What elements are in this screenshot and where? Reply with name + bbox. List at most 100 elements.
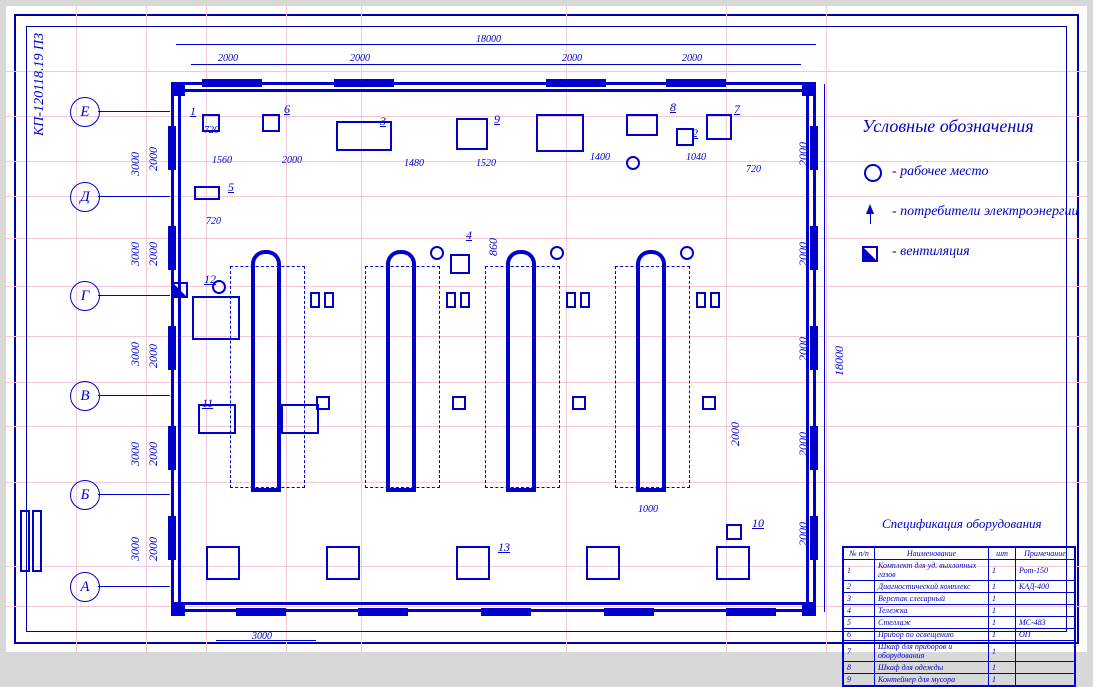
leader-4: 4 xyxy=(466,228,472,243)
leader-5: 5 xyxy=(228,180,234,195)
leader-11: 11 xyxy=(202,396,213,411)
doc-code: КП-120118.19 ПЗ xyxy=(32,33,48,136)
equip-9 xyxy=(456,118,488,150)
dim: 2000 xyxy=(796,522,811,546)
building-outer xyxy=(171,82,816,612)
dim: 2000 xyxy=(218,53,238,64)
dim: 3000 xyxy=(128,152,143,176)
top-opening xyxy=(334,79,394,87)
equip-6 xyxy=(262,114,280,132)
dim: 3000 xyxy=(128,242,143,266)
leader-9: 9 xyxy=(494,112,500,127)
arrow-icon xyxy=(866,204,874,214)
dim: 1520 xyxy=(476,158,496,169)
legend-item-label: - вентиляция xyxy=(892,244,970,260)
vent-icon xyxy=(862,246,878,262)
service-bay xyxy=(386,264,416,492)
axis-A: А xyxy=(70,572,100,602)
car-outline xyxy=(485,266,560,488)
equip-10 xyxy=(726,524,742,540)
table-row: 2Диагностический комплекс1КАД-400 xyxy=(844,581,1075,593)
leader-10: 10 xyxy=(752,516,764,531)
legend-item-label: - рабочее место xyxy=(892,164,989,180)
car-outline xyxy=(365,266,440,488)
leader-7: 7 xyxy=(734,102,740,117)
axis-E: Е xyxy=(70,97,100,127)
dim-overall-h: 18000 xyxy=(832,346,847,376)
dim: 2000 xyxy=(146,147,161,171)
spec-title: Спецификация оборудования xyxy=(882,516,1042,532)
legend-title: Условные обозначения xyxy=(862,116,1034,137)
dim: 3000 xyxy=(128,537,143,561)
dim: 2000 xyxy=(146,242,161,266)
dim: 2000 xyxy=(282,155,302,166)
floor-pad xyxy=(326,546,360,580)
axis-D: Д xyxy=(70,182,100,212)
floor-pad xyxy=(456,546,490,580)
table-row: 5Стеллаж1МС-483 xyxy=(844,617,1075,629)
legend-item-label: - потребители электроэнергии xyxy=(892,204,1079,220)
table-row: 8Шкаф для одежды1 xyxy=(844,662,1075,674)
axis-V: В xyxy=(70,381,100,411)
axis-G: Г xyxy=(70,281,100,311)
leader-13: 13 xyxy=(498,540,510,555)
drawing-frame: КП-120118.19 ПЗ 18000 2000 2000 2000 200… xyxy=(6,6,1087,652)
dimline xyxy=(176,44,816,45)
dim: 3000 xyxy=(128,442,143,466)
dimline xyxy=(824,84,825,612)
floor-pad xyxy=(206,546,240,580)
dim: 3000 xyxy=(128,342,143,366)
table-row: 7Шкаф для приборов и оборудования1 xyxy=(844,641,1075,662)
dim: 2000 xyxy=(796,242,811,266)
equip-4 xyxy=(450,254,470,274)
dim: 1400 xyxy=(590,152,610,163)
dimline xyxy=(191,64,801,65)
equip-5 xyxy=(194,186,220,200)
table-row: 9Контейнер для мусора1 xyxy=(844,674,1075,686)
dim: 2000 xyxy=(146,344,161,368)
dim: 2000 xyxy=(146,537,161,561)
dim: 2000 xyxy=(796,337,811,361)
dim-overall-w: 18000 xyxy=(476,34,501,45)
dim: 1040 xyxy=(686,152,706,163)
service-bay xyxy=(251,264,281,492)
car-outline xyxy=(230,266,305,488)
dim: 1560 xyxy=(212,155,232,166)
dim: 860 xyxy=(486,238,501,256)
dim: 720 xyxy=(746,164,761,175)
equip-11 xyxy=(198,404,236,434)
dim: 720 xyxy=(204,125,219,136)
dim: 1000 xyxy=(638,504,658,515)
building-inner xyxy=(178,89,809,605)
table-row: 3Верстак слесарный1 xyxy=(844,593,1075,605)
dim: 1480 xyxy=(404,158,424,169)
vent-marker xyxy=(172,282,188,298)
leader-3: 3 xyxy=(380,114,386,129)
floor-pad xyxy=(716,546,750,580)
table-row: 6Прибор по освещению1ОП xyxy=(844,629,1075,641)
leader-1: 1 xyxy=(190,104,196,119)
dim: 2000 xyxy=(146,442,161,466)
leader-12: 12 xyxy=(204,272,216,287)
floor-pad xyxy=(586,546,620,580)
equip-12 xyxy=(192,296,240,340)
equip-3 xyxy=(336,121,392,151)
axis-B: Б xyxy=(70,480,100,510)
dim: 2000 xyxy=(796,142,811,166)
top-opening xyxy=(202,79,262,87)
dim: 720 xyxy=(206,216,221,227)
equip-block xyxy=(281,404,319,434)
table-row: 4Тележка1 xyxy=(844,605,1075,617)
workplace-marker xyxy=(626,156,640,170)
equip-block xyxy=(536,114,584,152)
dim: 2000 xyxy=(796,432,811,456)
workplace-marker xyxy=(212,280,226,294)
equip-7 xyxy=(706,114,732,140)
table-row: 1Комплект для уд. выхлопных газов1Рот-15… xyxy=(844,560,1075,581)
car-outline xyxy=(615,266,690,488)
dim: 2000 xyxy=(350,53,370,64)
top-opening xyxy=(546,79,606,87)
dim: 2000 xyxy=(728,422,743,446)
leader-8: 8 xyxy=(670,100,676,115)
service-bay xyxy=(506,264,536,492)
